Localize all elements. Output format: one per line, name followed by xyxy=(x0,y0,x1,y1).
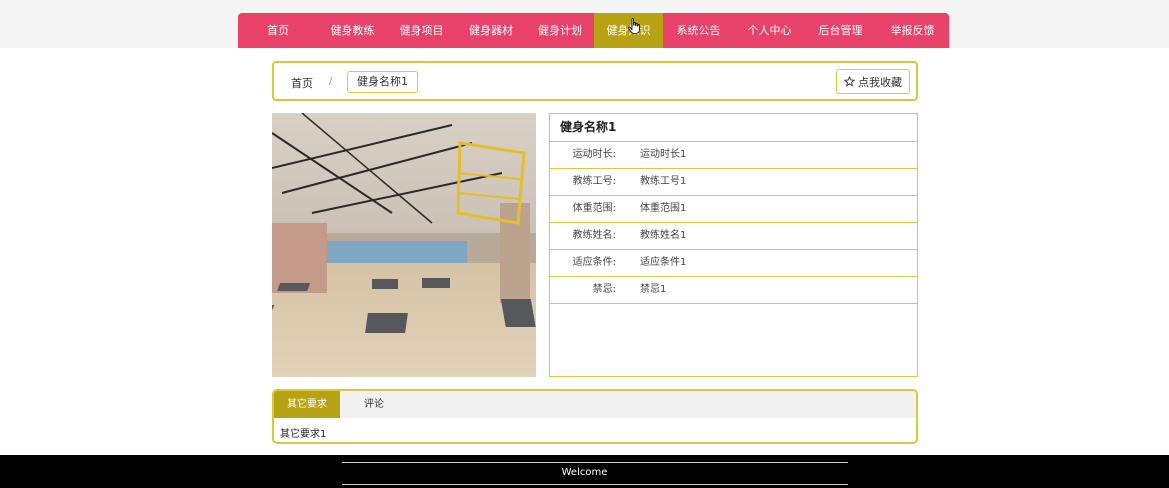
detail-panel: 健身名称1 运动时长: 运动时长1 教练工号: 教练工号1 体重范围: 体重范围1 教… xyxy=(549,113,918,377)
breadcrumb-bar: 首页 / 健身名称1 点我收藏 xyxy=(272,61,918,101)
tab-comments[interactable]: 评论 xyxy=(340,391,397,418)
detail-row: 适应条件: 适应条件1 xyxy=(550,250,917,277)
detail-row: 运动时长: 运动时长1 xyxy=(550,142,917,169)
detail-value: 适应条件1 xyxy=(640,257,687,268)
detail-key: 教练姓名: xyxy=(572,230,616,241)
footer-divider-bottom xyxy=(342,484,848,485)
breadcrumb-current: 健身名称1 xyxy=(347,71,418,93)
tab-other-requirements[interactable]: 其它要求 xyxy=(274,391,340,418)
tab-content: 其它要求1 xyxy=(280,429,327,440)
nav-item-equipment[interactable]: 健身器材 xyxy=(456,13,526,48)
nav-item-profile[interactable]: 个人中心 xyxy=(734,13,805,48)
detail-row: 教练姓名: 教练姓名1 xyxy=(550,223,917,250)
nav-item-feedback[interactable]: 举报反馈 xyxy=(876,13,949,48)
nav-item-coaches[interactable]: 健身教练 xyxy=(318,13,387,48)
detail-key: 适应条件: xyxy=(572,257,616,268)
nav-item-home[interactable]: 首页 xyxy=(238,13,318,48)
detail-key: 禁忌: xyxy=(592,284,616,295)
tabs-panel: 其它要求 评论 其它要求1 xyxy=(272,389,918,444)
star-outline-icon xyxy=(844,76,855,87)
tab-bar: 其它要求 评论 xyxy=(274,391,916,418)
gym-photo xyxy=(272,113,536,377)
detail-value: 教练工号1 xyxy=(640,176,687,187)
breadcrumb-separator: / xyxy=(329,76,333,87)
detail-value: 运动时长1 xyxy=(640,149,687,160)
footer: Welcome xyxy=(0,455,1169,488)
detail-row: 禁忌: 禁忌1 xyxy=(550,277,917,304)
detail-key: 体重范围: xyxy=(572,203,616,214)
footer-divider-top xyxy=(342,462,848,463)
nav-item-projects[interactable]: 健身项目 xyxy=(387,13,456,48)
nav-item-plans[interactable]: 健身计划 xyxy=(526,13,594,48)
nav-item-announcements[interactable]: 系统公告 xyxy=(663,13,734,48)
detail-title: 健身名称1 xyxy=(550,114,917,142)
detail-value: 禁忌1 xyxy=(640,284,667,295)
detail-row: 教练工号: 教练工号1 xyxy=(550,169,917,196)
hand-cursor-icon xyxy=(628,18,640,34)
breadcrumb-home-link[interactable]: 首页 xyxy=(291,75,313,91)
main-nav: 首页 健身教练 健身项目 健身器材 健身计划 健身知识 系统公告 个人中心 后台… xyxy=(238,13,949,48)
favorite-button[interactable]: 点我收藏 xyxy=(836,69,910,94)
footer-welcome-text: Welcome xyxy=(561,467,608,478)
detail-value: 教练姓名1 xyxy=(640,230,687,241)
favorite-button-label: 点我收藏 xyxy=(858,75,902,89)
detail-key: 教练工号: xyxy=(572,176,616,187)
detail-key: 运动时长: xyxy=(572,149,616,160)
nav-item-admin[interactable]: 后台管理 xyxy=(805,13,876,48)
detail-value: 体重范围1 xyxy=(640,203,687,214)
detail-row: 体重范围: 体重范围1 xyxy=(550,196,917,223)
